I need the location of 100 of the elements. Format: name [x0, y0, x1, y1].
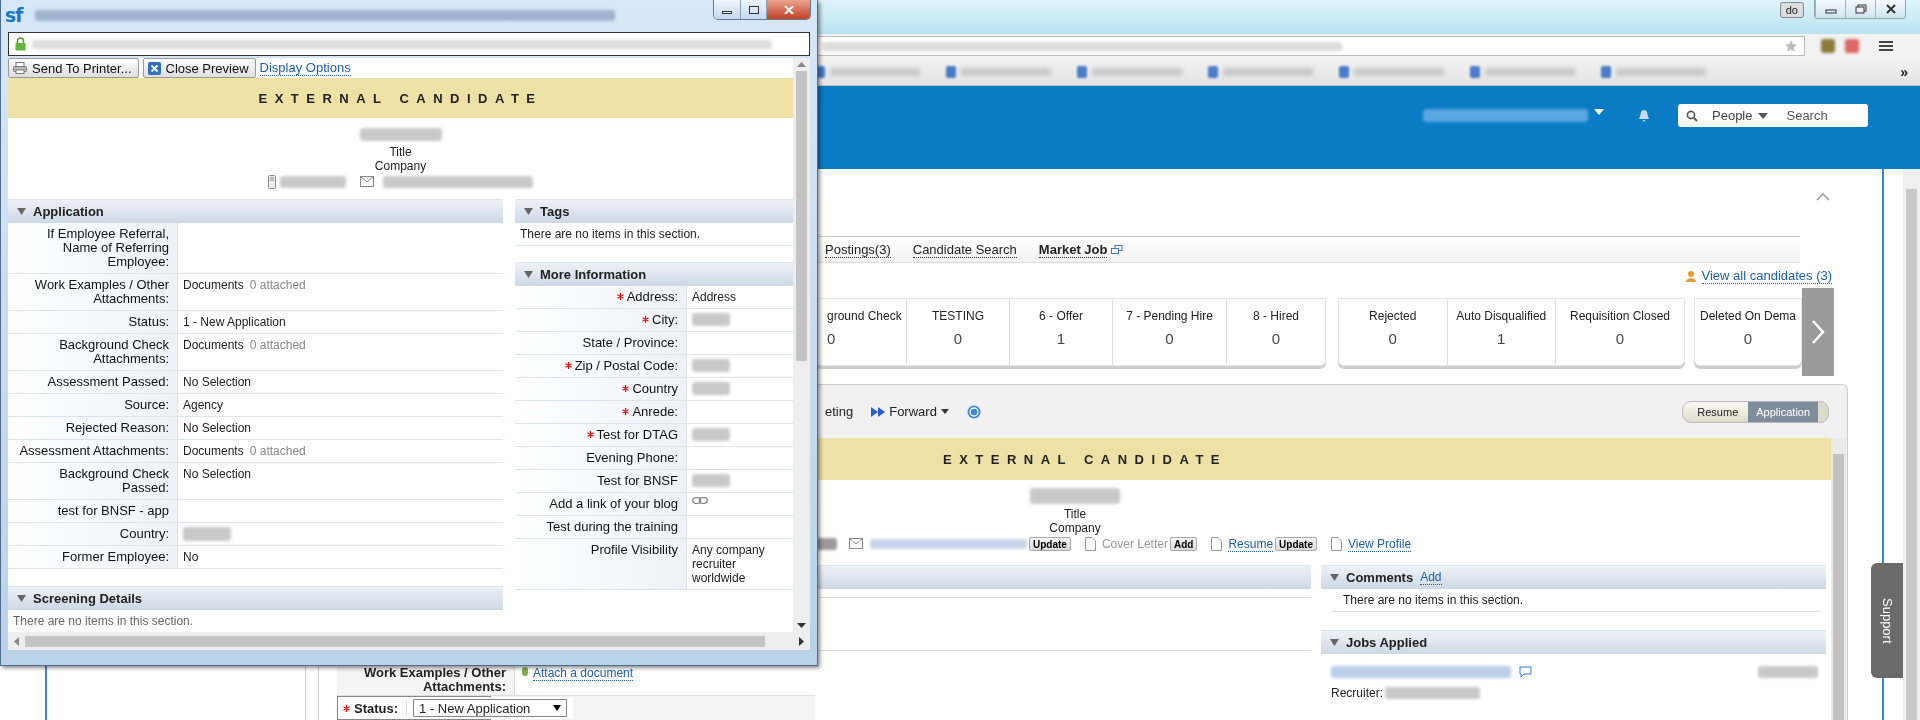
- collapse-icon[interactable]: [524, 271, 533, 278]
- search-field[interactable]: People Search: [1678, 104, 1868, 127]
- toolbar-button[interactable]: Send To Printer...: [8, 58, 139, 78]
- minimize-button[interactable]: [714, 0, 740, 19]
- banner-title: EXTERNAL CANDIDATE: [943, 451, 1228, 467]
- maximize-button[interactable]: [740, 0, 766, 19]
- pipeline-stage[interactable]: TESTING 0: [906, 299, 1009, 365]
- scroll-down-icon[interactable]: [797, 623, 806, 628]
- chain-link-icon[interactable]: [692, 497, 708, 504]
- bookmark-item[interactable]: [946, 65, 1051, 78]
- restore-icon: [1854, 4, 1867, 14]
- pipeline-stage[interactable]: ground Check 0: [815, 299, 906, 365]
- stage-count: 1: [1056, 330, 1066, 347]
- bell-icon[interactable]: [1638, 109, 1650, 122]
- field-label: Assessment Attachments:: [19, 444, 169, 458]
- pipeline-stage[interactable]: Auto Disqualified 1: [1446, 299, 1555, 365]
- blurred-text: [692, 359, 730, 372]
- profile-badge[interactable]: do: [1779, 2, 1804, 18]
- document-action-button[interactable]: Update: [1275, 537, 1317, 551]
- section-header[interactable]: Screening Details: [8, 586, 503, 610]
- vertical-scrollbar[interactable]: [1831, 438, 1846, 720]
- collapse-icon[interactable]: [17, 595, 26, 602]
- caret-icon[interactable]: [940, 409, 949, 414]
- job-title: Title: [1063, 507, 1087, 521]
- vertical-scrollbar[interactable]: [1903, 169, 1920, 720]
- scroll-right-icon[interactable]: [799, 636, 804, 646]
- horizontal-scrollbar[interactable]: [8, 632, 810, 650]
- scroll-thumb[interactable]: [25, 635, 765, 647]
- more-bookmarks-button[interactable]: »: [1900, 63, 1908, 80]
- bookmark-item[interactable]: [1601, 65, 1706, 78]
- speech-bubble-icon[interactable]: [1519, 666, 1532, 678]
- toolbar-button[interactable]: Close Preview: [142, 58, 256, 78]
- scroll-up-icon[interactable]: [797, 62, 806, 67]
- display-options-link[interactable]: Display Options: [259, 60, 351, 76]
- stage-count: 0: [1271, 330, 1281, 347]
- external-window-icon[interactable]: [1111, 244, 1124, 255]
- scroll-thumb[interactable]: [1833, 454, 1844, 720]
- section-header[interactable]: Jobs Applied: [1321, 630, 1826, 654]
- section-header[interactable]: Comments Add: [1321, 565, 1826, 589]
- support-tab[interactable]: Support: [1871, 563, 1903, 678]
- action-link[interactable]: eting: [825, 404, 854, 419]
- section-header[interactable]: Application: [8, 199, 503, 223]
- update-button[interactable]: Update: [1029, 537, 1071, 551]
- search-scope-dropdown[interactable]: People: [1712, 108, 1753, 123]
- page-tab[interactable]: Market Job: [1038, 241, 1108, 258]
- attachment-count: 0 attached: [249, 278, 306, 292]
- star-icon[interactable]: [1784, 39, 1798, 53]
- bookmark-item[interactable]: [1208, 65, 1313, 78]
- field-value: Documents: [183, 338, 244, 352]
- collapse-icon[interactable]: [1816, 193, 1831, 201]
- scroll-left-icon[interactable]: [14, 636, 19, 646]
- collapse-icon[interactable]: [524, 208, 533, 215]
- blurred-text: [1758, 666, 1818, 678]
- field-label: Source:: [124, 398, 169, 412]
- status-select[interactable]: 1 - New Application: [413, 699, 568, 717]
- pipeline-stage[interactable]: 7 - Pending Hire 0: [1112, 299, 1226, 365]
- section-title: Application: [33, 204, 104, 219]
- pipeline-stage[interactable]: Requisition Closed 0: [1555, 299, 1684, 365]
- forward-button[interactable]: Forward: [889, 404, 937, 419]
- bookmark-item[interactable]: [1077, 65, 1182, 78]
- section-header[interactable]: More Information: [515, 262, 793, 286]
- collapse-icon[interactable]: [17, 208, 26, 215]
- stage-label: ground Check: [827, 309, 902, 323]
- empty-message: There are no items in this section.: [1343, 593, 1524, 607]
- toggle-option[interactable]: Resume: [1683, 401, 1749, 422]
- pipeline-stage[interactable]: Rejected 0: [1339, 299, 1447, 365]
- bookmark-item[interactable]: [1339, 65, 1444, 78]
- add-comment-link[interactable]: Add: [1420, 570, 1442, 585]
- pipeline-stage[interactable]: Deleted On Dema 0: [1695, 299, 1801, 365]
- close-button[interactable]: [1875, 0, 1905, 18]
- bookmark-item[interactable]: [815, 65, 920, 78]
- vertical-scrollbar[interactable]: [793, 58, 810, 632]
- next-button[interactable]: [1802, 288, 1834, 376]
- document-action-button[interactable]: Add: [1169, 537, 1198, 551]
- page-tab[interactable]: Postings(3): [825, 241, 891, 258]
- collapse-icon[interactable]: [1330, 574, 1339, 581]
- address-field[interactable]: [8, 32, 810, 56]
- extension-icon[interactable]: [1821, 39, 1835, 53]
- view-all-candidates-link[interactable]: View all candidates (3): [1701, 267, 1833, 284]
- field-value: No: [183, 550, 199, 564]
- pipeline-stage[interactable]: 6 - Offer 1: [1009, 299, 1112, 365]
- document-link[interactable]: Resume: [1228, 536, 1274, 552]
- chevron-right-icon: [1811, 319, 1825, 345]
- bookmark-item[interactable]: [1470, 65, 1575, 78]
- help-icon[interactable]: [966, 404, 981, 419]
- field-label: Country: [632, 382, 678, 396]
- field-value: Any company recruiter worldwide: [692, 543, 766, 585]
- page-tab[interactable]: Candidate Search: [912, 241, 1017, 258]
- stage-count: 0: [953, 330, 963, 347]
- section-header[interactable]: Tags: [515, 199, 793, 223]
- paperclip-icon: [521, 666, 529, 677]
- pipeline-stage[interactable]: 8 - Hired 0: [1226, 299, 1325, 365]
- collapse-icon[interactable]: [1330, 639, 1339, 646]
- caret-icon[interactable]: [1758, 112, 1769, 119]
- extension-icon[interactable]: [1845, 39, 1859, 53]
- address-field[interactable]: [815, 36, 1805, 56]
- scroll-thumb[interactable]: [796, 71, 807, 361]
- menu-icon[interactable]: [1879, 40, 1893, 52]
- scroll-thumb[interactable]: [1906, 189, 1917, 720]
- document-link[interactable]: View Profile: [1348, 536, 1412, 552]
